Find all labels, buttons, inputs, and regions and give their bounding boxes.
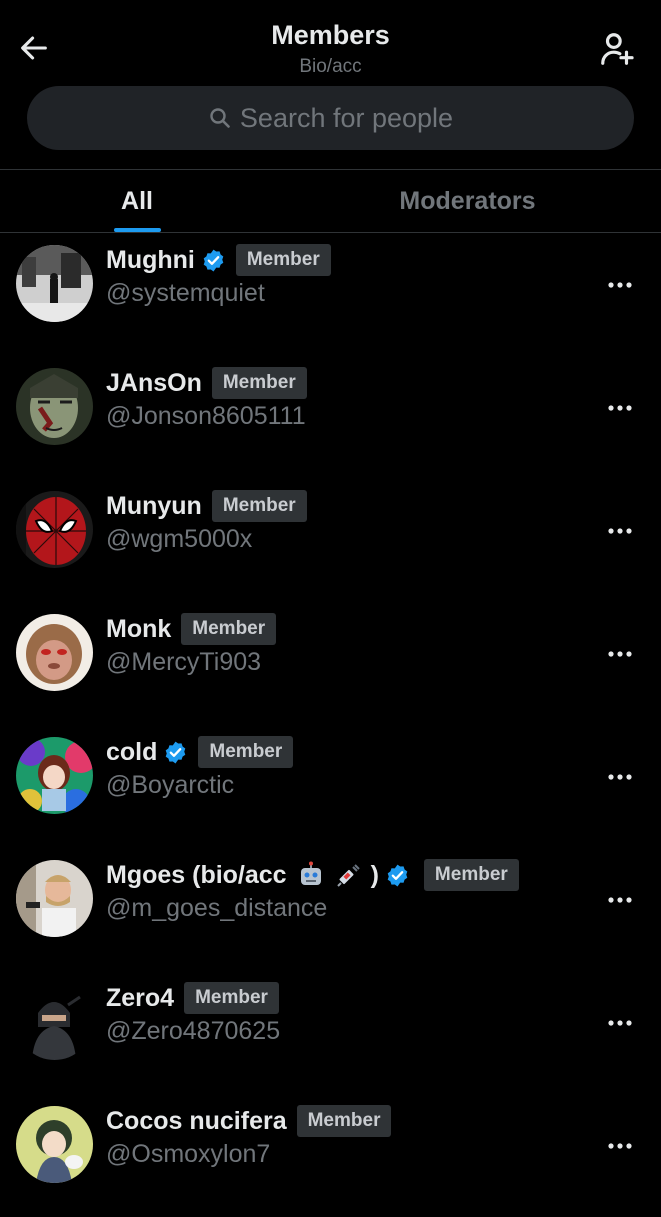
member-handle: @systemquiet — [106, 279, 265, 307]
more-horizontal-icon — [608, 282, 632, 288]
more-horizontal-icon — [608, 405, 632, 411]
more-horizontal-icon — [608, 528, 632, 534]
avatar[interactable] — [16, 491, 93, 568]
member-row-janson[interactable]: JAnsOn Member @Jonson8605111 — [0, 356, 661, 479]
more-horizontal-icon — [608, 774, 632, 780]
member-handle: @Boyarctic — [106, 771, 235, 799]
member-handle: @MercyTi903 — [106, 648, 262, 676]
name-line: Mgoes (bio/acc ) Member — [106, 858, 519, 892]
search-input[interactable]: Search for people — [240, 103, 453, 134]
avatar[interactable] — [16, 737, 93, 814]
name-line: Cocos nucifera Member — [106, 1104, 392, 1138]
member-name-suffix: ) — [370, 860, 379, 889]
more-options-button[interactable] — [600, 642, 640, 666]
more-options-button[interactable] — [600, 1134, 640, 1158]
role-badge: Member — [198, 736, 294, 768]
member-name[interactable]: Monk — [106, 615, 171, 644]
member-name[interactable]: Mughni — [106, 246, 195, 275]
role-badge: Member — [296, 1105, 392, 1137]
page-subtitle: Bio/acc — [299, 56, 362, 77]
role-badge: Member — [423, 859, 519, 891]
member-name[interactable]: Cocos nucifera — [106, 1107, 287, 1136]
role-badge: Member — [184, 982, 279, 1014]
member-handle: @Osmoxylon7 — [106, 1140, 271, 1168]
more-options-button[interactable] — [600, 765, 640, 789]
tab-bar: All Moderators — [0, 170, 661, 232]
more-options-button[interactable] — [600, 396, 640, 420]
page-title: Members — [271, 20, 390, 50]
avatar[interactable] — [16, 245, 93, 322]
name-line: Munyun Member — [106, 489, 307, 523]
member-row-cocos-nucifera[interactable]: Cocos nucifera Member @Osmoxylon7 — [0, 1094, 661, 1217]
more-horizontal-icon — [608, 651, 632, 657]
member-row-mgoes[interactable]: Mgoes (bio/acc ) Member @m_goes_distance — [0, 848, 661, 971]
avatar[interactable] — [16, 1106, 93, 1183]
search-bar[interactable]: Search for people — [27, 86, 634, 150]
add-member-button[interactable] — [596, 28, 638, 70]
more-options-button[interactable] — [600, 273, 640, 297]
member-name[interactable]: JAnsOn — [106, 369, 202, 398]
verified-badge-icon — [166, 741, 186, 763]
member-handle: @wgm5000x — [106, 525, 253, 553]
avatar[interactable] — [16, 614, 93, 691]
avatar[interactable] — [16, 860, 93, 937]
robot-emoji-icon — [300, 861, 321, 885]
member-handle: @Zero4870625 — [106, 1017, 281, 1045]
more-horizontal-icon — [608, 1020, 632, 1026]
role-badge: Member — [211, 490, 307, 522]
search-icon — [210, 108, 230, 128]
member-handle: @Jonson8605111 — [106, 402, 306, 430]
more-horizontal-icon — [608, 1143, 632, 1149]
member-row-zero4[interactable]: Zero4 Member @Zero4870625 — [0, 971, 661, 1094]
verified-badge-icon — [387, 864, 408, 886]
syringe-emoji-icon — [336, 864, 360, 887]
more-options-button[interactable] — [600, 519, 640, 543]
member-name[interactable]: Mgoes (bio/acc — [106, 861, 287, 890]
name-line: cold Member — [106, 735, 294, 769]
avatar[interactable] — [16, 983, 93, 1060]
member-name[interactable]: Munyun — [106, 492, 202, 521]
name-line: Zero4 Member — [106, 981, 279, 1015]
member-row-monk[interactable]: Monk Member @MercyTi903 — [0, 602, 661, 725]
member-name[interactable]: cold — [106, 738, 157, 767]
name-line: JAnsOn Member — [106, 366, 307, 400]
more-options-button[interactable] — [600, 1011, 640, 1035]
avatar[interactable] — [16, 368, 93, 445]
add-person-icon — [601, 33, 634, 65]
role-badge: Member — [181, 613, 277, 645]
role-badge: Member — [235, 244, 331, 276]
member-name[interactable]: Zero4 — [106, 984, 174, 1013]
name-line: Mughni Member — [106, 243, 331, 277]
tab-moderators[interactable]: Moderators — [274, 170, 661, 232]
role-badge: Member — [211, 367, 307, 399]
member-row-munyun[interactable]: Munyun Member @wgm5000x — [0, 479, 661, 602]
member-handle: @m_goes_distance — [106, 894, 328, 922]
verified-badge-icon — [203, 249, 224, 271]
name-line: Monk Member — [106, 612, 277, 646]
header: Members Bio/acc Search for people — [0, 0, 661, 170]
member-row-cold[interactable]: cold Member @Boyarctic — [0, 725, 661, 848]
more-options-button[interactable] — [600, 888, 640, 912]
tab-all[interactable]: All — [0, 170, 274, 232]
more-horizontal-icon — [608, 897, 632, 903]
member-row-mughni[interactable]: Mughni Member @systemquiet — [0, 233, 661, 356]
